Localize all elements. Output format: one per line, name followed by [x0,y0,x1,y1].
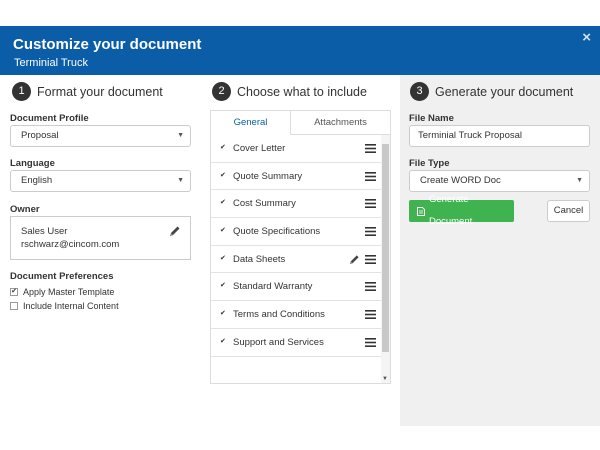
language-label: Language [10,158,55,169]
pref-include-internal-content[interactable]: Include Internal Content [10,301,119,311]
generate-button-label: Generate Document [428,194,473,227]
generate-document-button[interactable]: Generate Document [409,194,514,227]
chevron-down-icon: ▼ [576,177,583,184]
section-list: ✔ Cover Letter ✔ Quote Summary ✔ Cost Su… [210,135,391,384]
document-icon [417,206,425,216]
document-profile-value: Proposal [21,130,59,141]
list-item[interactable]: ✔ Cost Summary [211,190,382,219]
chevron-down-icon: ▼ [177,132,184,139]
checkbox-checked-icon[interactable]: ✔ [220,310,227,318]
owner-email: rschwarz@cincom.com [21,239,120,250]
checkbox-checked-icon[interactable]: ✔ [220,255,227,263]
list-item[interactable]: ✔ Quote Specifications [211,218,382,246]
owner-box: Sales User rschwarz@cincom.com [10,216,191,260]
close-icon[interactable]: × [582,29,591,46]
list-item[interactable]: ✔ Support and Services [211,329,382,357]
step-3-heading: 3 Generate your document [410,82,573,101]
section-label: Cost Summary [233,198,296,210]
section-label: Support and Services [233,336,324,348]
owner-label: Owner [10,204,40,215]
generate-panel: 3 Generate your document File Name Termi… [400,75,600,426]
list-item[interactable]: ✔ Cover Letter [211,135,382,163]
pref-label: Include Internal Content [23,301,119,311]
section-label: Standard Warranty [233,281,313,293]
checkbox-checked-icon[interactable]: ✔ [220,199,227,207]
drag-handle-icon[interactable] [365,282,376,292]
checkbox-checked-icon[interactable]: ✔ [10,288,18,296]
checkbox-checked-icon[interactable]: ✔ [220,338,227,346]
drag-handle-icon[interactable] [365,143,376,153]
pencil-icon[interactable] [169,225,181,237]
document-profile-select[interactable]: Proposal ▼ [10,125,191,147]
step-3-title: Generate your document [435,84,574,99]
drag-handle-icon[interactable] [365,254,376,264]
step-1-heading: 1 Format your document [12,82,163,101]
pref-label: Apply Master Template [23,287,115,297]
include-tabs: General Attachments [210,110,391,135]
tab-attachments[interactable]: Attachments [291,110,391,135]
document-preferences-label: Document Preferences [10,271,114,282]
checkbox-empty-icon[interactable] [10,302,18,310]
format-column: 1 Format your document Document Profile … [0,26,205,426]
file-type-label: File Type [409,158,450,169]
drag-handle-icon[interactable] [365,310,376,320]
customize-document-modal: Customize your document Terminial Truck … [0,26,600,426]
drag-handle-icon[interactable] [365,337,376,347]
checkbox-checked-icon[interactable]: ✔ [220,282,227,290]
drag-handle-icon[interactable] [365,171,376,181]
checkbox-checked-icon[interactable]: ✔ [220,144,227,152]
step-1-number: 1 [12,82,31,101]
cancel-button[interactable]: Cancel [547,200,590,222]
tab-general[interactable]: General [210,110,291,135]
list-item[interactable]: ✔ Terms and Conditions [211,301,382,329]
file-type-value: Create WORD Doc [420,175,501,186]
owner-name: Sales User [21,226,68,237]
section-label: Quote Summary [233,170,303,182]
section-label: Data Sheets [233,253,286,265]
list-item[interactable]: ✔ Quote Summary [211,163,382,191]
checkbox-checked-icon[interactable]: ✔ [220,227,227,235]
language-value: English [21,175,53,186]
step-1-title: Format your document [37,84,163,99]
chevron-down-icon: ▼ [177,177,184,184]
document-profile-label: Document Profile [10,113,89,124]
section-label: Quote Specifications [233,225,321,237]
step-3-number: 3 [410,82,429,101]
step-2-number: 2 [212,82,231,101]
include-column: 2 Choose what to include General Attachm… [205,26,400,426]
checkbox-checked-icon[interactable]: ✔ [220,172,227,180]
section-label: Terms and Conditions [233,309,325,321]
scrollbar-thumb[interactable] [382,144,389,352]
list-item[interactable]: ✔ Data Sheets [211,246,382,274]
file-name-input[interactable]: Terminial Truck Proposal [409,125,590,147]
scroll-down-arrow-icon[interactable]: ▼ [382,376,388,382]
language-select[interactable]: English ▼ [10,170,191,192]
pref-apply-master-template[interactable]: ✔ Apply Master Template [10,287,114,297]
pencil-icon[interactable] [349,254,360,265]
step-2-title: Choose what to include [237,84,367,99]
section-label: Cover Letter [233,142,286,154]
drag-handle-icon[interactable] [365,199,376,209]
file-name-label: File Name [409,113,454,124]
list-item[interactable]: ✔ Standard Warranty [211,274,382,302]
list-scrollbar[interactable]: ▼ [381,135,390,383]
step-2-heading: 2 Choose what to include [212,82,367,101]
drag-handle-icon[interactable] [365,226,376,236]
